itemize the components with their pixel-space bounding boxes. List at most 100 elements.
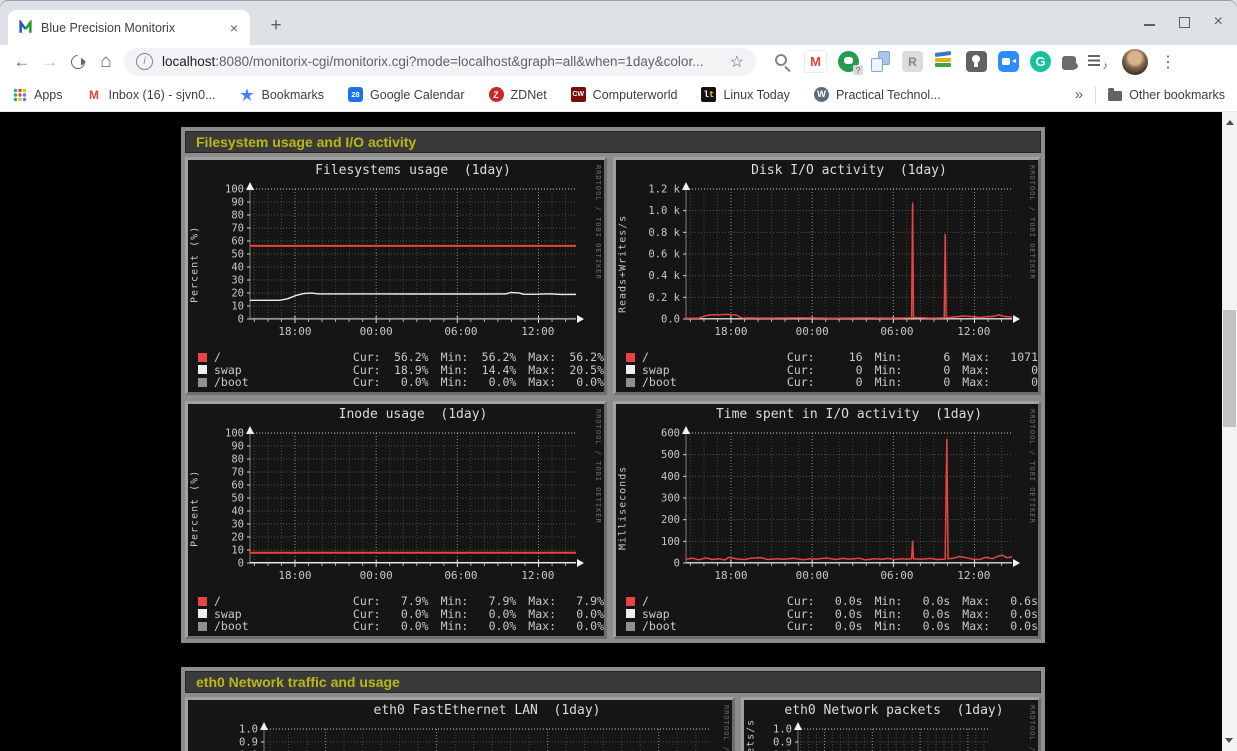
address-bar[interactable]: i localhost:8080/monitorix-cgi/monitorix… [124,48,756,76]
legend-name: /boot [642,619,775,633]
forward-icon[interactable]: → [36,48,64,76]
grammarly-icon[interactable]: G [1030,51,1051,72]
zoom-icon[interactable] [998,51,1019,72]
playlist-icon[interactable]: ♪ [1087,51,1108,72]
legend-stat-value: 0.0% [381,375,429,389]
svg-text:10: 10 [231,545,244,557]
svg-text:300: 300 [661,493,680,505]
svg-text:20: 20 [231,288,244,300]
messenger-icon[interactable]: ? [838,51,859,72]
bookmark-inbox-16-sjvn0[interactable]: MInbox (16) - sjvn0... [87,87,216,102]
tab-close-icon[interactable]: × [228,20,240,36]
svg-text:00:00: 00:00 [360,569,393,582]
books-icon[interactable] [934,51,955,72]
legend-stat-label: Min: [441,375,469,389]
bookmark-computerworld[interactable]: CWComputerworld [571,87,678,102]
bookmark-label: Inbox (16) - sjvn0... [109,88,216,102]
disk-io-activity-title: Disk I/O activity (1day) [630,163,1022,179]
other-bookmarks-button[interactable]: Other bookmarks [1108,88,1225,102]
svg-text:90: 90 [231,441,244,453]
legend-swatch [198,597,207,606]
bookmark-star-icon[interactable]: ☆ [730,52,744,72]
back-icon[interactable]: ← [8,48,36,76]
bookmarks-overflow-icon[interactable]: » [1075,86,1083,103]
disk-io-activity-legend: /Cur:16Min:6Max:1071swapCur:0Min:0Max:0/… [616,351,1038,389]
extensions-puzzle-icon[interactable] [1062,56,1076,70]
time-in-io-activity-legend: /Cur:0.0sMin:0.0sMax:0.6sswapCur:0.0sMin… [616,595,1038,633]
extension-icons-row: M? R G ♪ [772,50,1108,73]
legend-stat-value: 0.0s [902,619,950,633]
browser-tab[interactable]: Blue Precision Monitorix × [8,10,250,45]
svg-text:0.8 k: 0.8 k [648,227,680,239]
maximize-icon[interactable] [1179,17,1190,28]
legend-stat-value: 0 [815,375,863,389]
legend-row: /Cur:56.2%Min:56.2%Max:56.2% [198,351,604,364]
bookmark-google-calendar[interactable]: 28Google Calendar [348,87,465,102]
kebab-menu-icon[interactable]: ⋮ [1158,52,1178,72]
inode-usage-title: Inode usage (1day) [202,407,588,423]
close-icon[interactable]: × [1214,16,1223,28]
legend-swatch [626,378,635,387]
svg-text:400: 400 [661,471,680,483]
tab-strip: Blue Precision Monitorix × + × [0,0,1237,45]
divider [1095,86,1096,104]
svg-text:06:00: 06:00 [880,325,913,338]
browser-window: Blue Precision Monitorix × + × ← → ⌂ i l… [0,0,1237,751]
legend-stat-value: 0.0% [468,619,516,633]
legend-swatch [198,353,207,362]
section-network: eth0 Network traffic and usage eth0 Fast… [181,667,1045,751]
minimize-icon[interactable] [1144,24,1155,26]
copy-pages-icon[interactable] [870,51,891,72]
bookmark-label: Bookmarks [262,88,325,102]
profile-avatar[interactable] [1122,49,1148,75]
svg-text:40: 40 [231,506,244,518]
bookmark-bookmarks[interactable]: ★Bookmarks [240,87,325,102]
chart-eth0-packets: eth0 Network packets (1day)Packets/s0.00… [741,697,1041,751]
wordpress-icon: W [814,87,829,102]
bookmark-apps[interactable]: Apps [12,87,63,102]
svg-text:80: 80 [231,210,244,222]
zdnet-icon: Z [489,87,504,102]
reload-icon[interactable] [64,48,92,76]
gmail-icon[interactable]: M [804,50,827,73]
svg-text:80: 80 [231,454,244,466]
scrollbar-up-icon[interactable] [1226,116,1234,125]
home-icon[interactable]: ⌂ [92,48,120,76]
legend-swatch [626,365,635,374]
bookmark-practical-technol[interactable]: WPractical Technol... [814,87,941,102]
legend-stat-label: Max: [962,619,990,633]
session-icon[interactable] [966,51,987,72]
window-controls: × [1144,16,1223,28]
svg-text:30: 30 [231,519,244,531]
svg-text:00:00: 00:00 [360,325,393,338]
svg-text:1.0: 1.0 [773,724,792,736]
bookmark-label: Linux Today [723,88,790,102]
chart-time-in-io-activity: Time spent in I/O activity (1day)Millise… [613,401,1041,639]
svg-text:50: 50 [231,493,244,505]
svg-text:0.6 k: 0.6 k [648,249,680,261]
calendar-icon: 28 [348,87,363,102]
svg-text:70: 70 [231,467,244,479]
scrollbar-thumb[interactable] [1223,310,1236,427]
svg-text:50: 50 [231,249,244,261]
svg-text:0: 0 [238,314,244,326]
section-title-network: eth0 Network traffic and usage [185,671,1041,693]
legend-row: swapCur:0.0sMin:0.0sMax:0.0s [626,608,1038,621]
legend-stat-label: Cur: [353,375,381,389]
svg-text:00:00: 00:00 [796,325,829,338]
scrollbar[interactable] [1222,112,1237,751]
svg-text:12:00: 12:00 [521,569,554,582]
eth0-lan-title: eth0 FastEthernet LAN (1day) [202,703,726,719]
svg-text:18:00: 18:00 [278,325,311,338]
section-title-filesystem: Filesystem usage and I/O activity [185,131,1041,153]
new-tab-button[interactable]: + [262,12,290,40]
bookmark-linux-today[interactable]: ltLinux Today [701,87,790,102]
legend-row: /bootCur:0.0%Min:0.0%Max:0.0% [198,620,604,633]
search-icon[interactable] [772,51,793,72]
svg-text:12:00: 12:00 [521,325,554,338]
r-extension-icon[interactable]: R [902,51,923,72]
svg-text:18:00: 18:00 [278,569,311,582]
scrollbar-down-icon[interactable] [1225,738,1233,747]
bookmark-zdnet[interactable]: ZZDNet [489,87,547,102]
page-info-icon[interactable]: i [136,53,153,70]
